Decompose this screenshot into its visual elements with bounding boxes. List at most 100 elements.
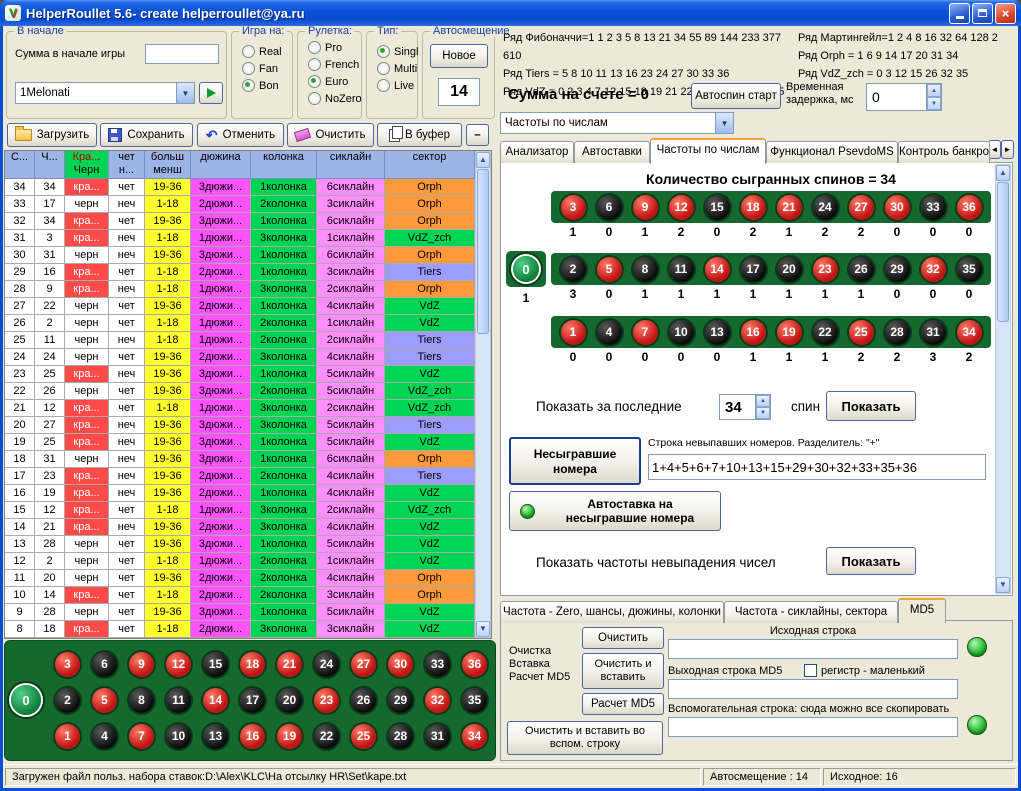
roulette-number-23[interactable]: 23 [314,688,339,713]
last-spins-spinner[interactable]: 34 ▲▼ [719,394,771,420]
scroll-down-icon[interactable]: ▼ [996,577,1010,593]
roulette-number-20[interactable]: 20 [277,688,302,713]
roulette-number-24[interactable]: 24 [314,652,339,677]
missed-numbers-button[interactable]: Несыгравшие номера [509,437,641,485]
bottom-tab-3[interactable]: MD5 [898,598,946,623]
table-row[interactable]: 2511черннеч1-181дюжи...2колонка2сиклайнT… [5,332,491,349]
roulette-number-21[interactable]: 21 [277,652,302,677]
tab-scroll-right-icon[interactable]: ► [1001,140,1014,159]
panel-scroll-thumb[interactable] [997,182,1009,322]
roulette-number-8[interactable]: 8 [129,688,154,713]
md5-source-input[interactable] [668,639,958,659]
scroll-up-icon[interactable]: ▲ [996,165,1010,181]
start-sum-input[interactable] [145,44,219,64]
spin-up-icon[interactable]: ▲ [927,84,941,97]
roulette-number-31[interactable]: 31 [425,724,450,749]
delay-spinner[interactable]: 0 ▲▼ [866,83,942,111]
roulette-number-11[interactable]: 11 [166,688,191,713]
tab-3[interactable]: Частоты по числам [650,138,766,164]
roulette-number-35[interactable]: 35 [462,688,487,713]
scroll-up-icon[interactable]: ▲ [476,152,490,168]
table-row[interactable]: 3434кра...чет19-363дюжи...1колонка6сикла… [5,179,491,196]
show-last-spins-button[interactable]: Показать [826,391,916,421]
roulette-number-12[interactable]: 12 [166,652,191,677]
spin-up-icon[interactable]: ▲ [756,395,770,407]
close-button[interactable]: × [995,3,1016,24]
new-shift-button[interactable]: Новое [430,44,488,68]
table-row[interactable]: 262чернчет1-181дюжи...2колонка1сиклайнVd… [5,315,491,332]
table-row[interactable]: 1421кра...неч19-362дюжи...3колонка4сикла… [5,519,491,536]
roulette-number-0[interactable]: 0 [11,685,41,715]
table-row[interactable]: 928чернчет19-363дюжи...1колонка5сиклайнV… [5,604,491,621]
md5-aux-led-button[interactable] [967,715,987,735]
roulette-number-4[interactable]: 4 [92,724,117,749]
table-row[interactable]: 2325кра...неч19-363дюжи...1колонка5сикла… [5,366,491,383]
roulette-number-1[interactable]: 1 [55,724,80,749]
roulette-number-5[interactable]: 5 [92,688,117,713]
roulette-number-36[interactable]: 36 [462,652,487,677]
play-button[interactable] [199,82,223,104]
load-button[interactable]: Загрузить [7,123,97,147]
table-row[interactable]: 1512кра...чет1-181дюжи...3колонка2сиклай… [5,502,491,519]
table-row[interactable]: 1328чернчет19-363дюжи...1колонка5сиклайн… [5,536,491,553]
roulette-number-34[interactable]: 34 [462,724,487,749]
roulette-number-29[interactable]: 29 [388,688,413,713]
copy-buffer-button[interactable]: В буфер [377,123,462,147]
radio-option-multi[interactable]: Multi [371,60,415,77]
table-row[interactable]: 3031черннеч19-363дюжи...1колонка6сиклайн… [5,247,491,264]
clear-button[interactable]: Очистить [287,123,374,147]
md5-calc-button[interactable]: Расчет MD5 [582,693,664,715]
autobet-missed-button[interactable]: Автоставка на несыгравшие номера [509,491,721,531]
roulette-number-27[interactable]: 27 [351,652,376,677]
table-row[interactable]: 1619кра...неч19-362дюжи...1колонка4сикла… [5,485,491,502]
roulette-number-33[interactable]: 33 [425,652,450,677]
table-row[interactable]: 818кра...чет1-182дюжи...3колонка3сиклайн… [5,621,491,638]
md5-aux-input[interactable] [668,717,958,737]
radio-option-nozero[interactable]: NoZero [302,90,359,107]
table-scrollbar[interactable]: ▲ ▼ [475,151,491,638]
table-row[interactable]: 1014кра...чет1-182дюжи...2колонка3сиклай… [5,587,491,604]
roulette-number-14[interactable]: 14 [203,688,228,713]
panel-scrollbar[interactable]: ▲ ▼ [995,164,1011,594]
roulette-number-3[interactable]: 3 [55,652,80,677]
titlebar[interactable]: V HelperRoullet 5.6- create helperroulle… [0,0,1021,26]
roulette-number-32[interactable]: 32 [425,688,450,713]
md5-clear-paste-button[interactable]: Очистить и вставить [582,653,664,689]
radio-option-live[interactable]: Live [371,77,415,94]
spin-down-icon[interactable]: ▼ [756,407,770,419]
radio-option-bon[interactable]: Bon [236,77,290,94]
roulette-number-10[interactable]: 10 [166,724,191,749]
table-row[interactable]: 3234кра...чет19-363дюжи...1колонка6сикла… [5,213,491,230]
tab-2[interactable]: Автоставки [574,141,650,163]
table-row[interactable]: 2722чернчет19-362дюжи...1колонка4сиклайн… [5,298,491,315]
maximize-button[interactable] [972,3,993,24]
tab-4[interactable]: Функционал PsevdoMS [766,141,898,163]
table-row[interactable]: 1723кра...неч19-362дюжи...2колонка4сикла… [5,468,491,485]
roulette-number-13[interactable]: 13 [203,724,228,749]
table-row[interactable]: 1831черннеч19-363дюжи...1колонка6сиклайн… [5,451,491,468]
bottom-tab-1[interactable]: Частота - Zero, шансы, дюжины, колонки [500,601,724,623]
bottom-tab-2[interactable]: Частота - сиклайны, сектора [724,601,898,623]
md5-output-input[interactable] [668,679,958,699]
table-row[interactable]: 2424чернчет19-362дюжи...3колонка4сиклайн… [5,349,491,366]
md5-clear-paste-aux-button[interactable]: Очистить и вставить во вспом. строку [507,721,663,755]
roulette-number-16[interactable]: 16 [240,724,265,749]
radio-option-euro[interactable]: Euro [302,73,359,90]
spin-down-icon[interactable]: ▼ [927,97,941,110]
roulette-number-28[interactable]: 28 [388,724,413,749]
roulette-number-19[interactable]: 19 [277,724,302,749]
table-row[interactable]: 3317черннеч1-182дюжи...2колонка3сиклайнO… [5,196,491,213]
autospin-button[interactable]: Автоспин старт [691,83,781,109]
minimize-button[interactable] [949,3,970,24]
radio-option-french[interactable]: French [302,56,359,73]
roulette-number-30[interactable]: 30 [388,652,413,677]
table-row[interactable]: 313кра...неч1-181дюжи...3колонка1сиклайн… [5,230,491,247]
roulette-number-2[interactable]: 2 [55,688,80,713]
table-row[interactable]: 2226чернчет19-363дюжи...2колонка5сиклайн… [5,383,491,400]
table-scroll-thumb[interactable] [477,169,489,334]
radio-option-fan[interactable]: Fan [236,60,290,77]
undo-button[interactable]: ↶Отменить [197,123,284,147]
roulette-number-15[interactable]: 15 [203,652,228,677]
table-row[interactable]: 289кра...неч1-181дюжи...3колонка2сиклайн… [5,281,491,298]
mode-combobox[interactable]: Частоты по числам ▼ [500,112,734,134]
